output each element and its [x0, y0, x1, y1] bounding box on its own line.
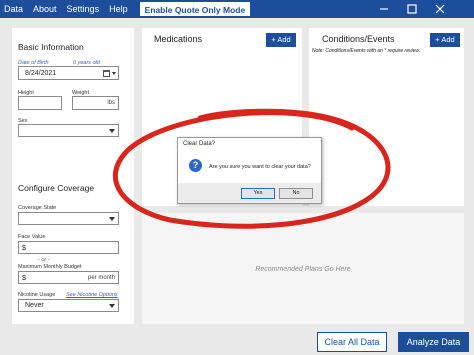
chevron-down-icon — [109, 129, 115, 133]
chevron-down-icon — [109, 304, 115, 308]
maximize-icon[interactable] — [398, 0, 426, 18]
menu-help[interactable]: Help — [104, 0, 133, 18]
dob-value: 8/24/2021 — [25, 70, 57, 77]
nicotine-options-link[interactable]: See Nicotine Options — [66, 292, 118, 298]
dialog-footer: Yes No — [178, 183, 321, 203]
face-value-prefix: $ — [22, 245, 26, 252]
dialog-body: ? Are you sure you want to clear your da… — [178, 151, 321, 183]
question-icon: ? — [189, 159, 202, 172]
calendar-icon[interactable] — [103, 70, 110, 77]
plans-placeholder: Recommended Plans Go Here — [255, 266, 351, 273]
dialog-title: Clear Data? — [183, 141, 216, 147]
no-button[interactable]: No — [279, 188, 313, 199]
nicotine-label: Nicotine Usage — [18, 292, 56, 298]
dialog-message: Are you sure you want to clear your data… — [209, 164, 311, 170]
nicotine-select[interactable]: Never — [18, 299, 119, 312]
add-medication-button[interactable]: + Add — [266, 33, 296, 47]
conditions-panel: Conditions/Events + Add Note: Conditions… — [309, 28, 464, 206]
client-info-panel: Basic Information Date of Birth 0 years … — [12, 28, 134, 324]
configure-coverage-title: Configure Coverage — [18, 183, 95, 193]
dob-field[interactable]: 8/24/2021 — [18, 66, 119, 80]
weight-unit: lbs — [107, 100, 115, 106]
max-budget-input[interactable]: $ per month — [18, 271, 119, 284]
recommended-plans-area: Recommended Plans Go Here — [142, 213, 464, 324]
clear-data-dialog: Clear Data? ? Are you sure you want to c… — [177, 137, 322, 204]
sex-select[interactable] — [18, 124, 119, 137]
analyze-data-button[interactable]: Analyze Data — [398, 332, 469, 352]
max-budget-label: Maximum Monthly Budget — [18, 264, 82, 270]
clear-all-data-button[interactable]: Clear All Data — [317, 332, 387, 352]
height-input[interactable] — [18, 96, 62, 110]
chevron-down-icon[interactable] — [112, 72, 116, 75]
coverage-state-select[interactable] — [18, 212, 119, 225]
conditions-title: Conditions/Events — [322, 34, 395, 44]
conditions-note: Note: Conditions/Events with an * requir… — [312, 48, 421, 54]
weight-input[interactable]: lbs — [72, 96, 119, 110]
enable-quote-only-button[interactable]: Enable Quote Only Mode — [138, 1, 252, 17]
budget-prefix: $ — [22, 275, 26, 282]
menu-about[interactable]: About — [28, 0, 62, 18]
add-condition-button[interactable]: + Add — [430, 33, 460, 47]
face-value-label: Face Value — [18, 234, 46, 240]
basic-information-title: Basic Information — [18, 42, 84, 52]
nicotine-value: Never — [25, 302, 44, 309]
coverage-state-label: Coverage State — [18, 205, 57, 211]
menu-data[interactable]: Data — [0, 0, 28, 18]
yes-button[interactable]: Yes — [241, 188, 275, 199]
close-icon[interactable] — [426, 0, 454, 18]
chevron-down-icon — [109, 217, 115, 221]
or-divider: - or - — [38, 257, 50, 263]
medications-title: Medications — [154, 34, 203, 44]
menu-settings[interactable]: Settings — [62, 0, 105, 18]
minimize-icon[interactable] — [370, 0, 398, 18]
face-value-input[interactable]: $ — [18, 241, 119, 254]
budget-unit: per month — [87, 275, 115, 281]
